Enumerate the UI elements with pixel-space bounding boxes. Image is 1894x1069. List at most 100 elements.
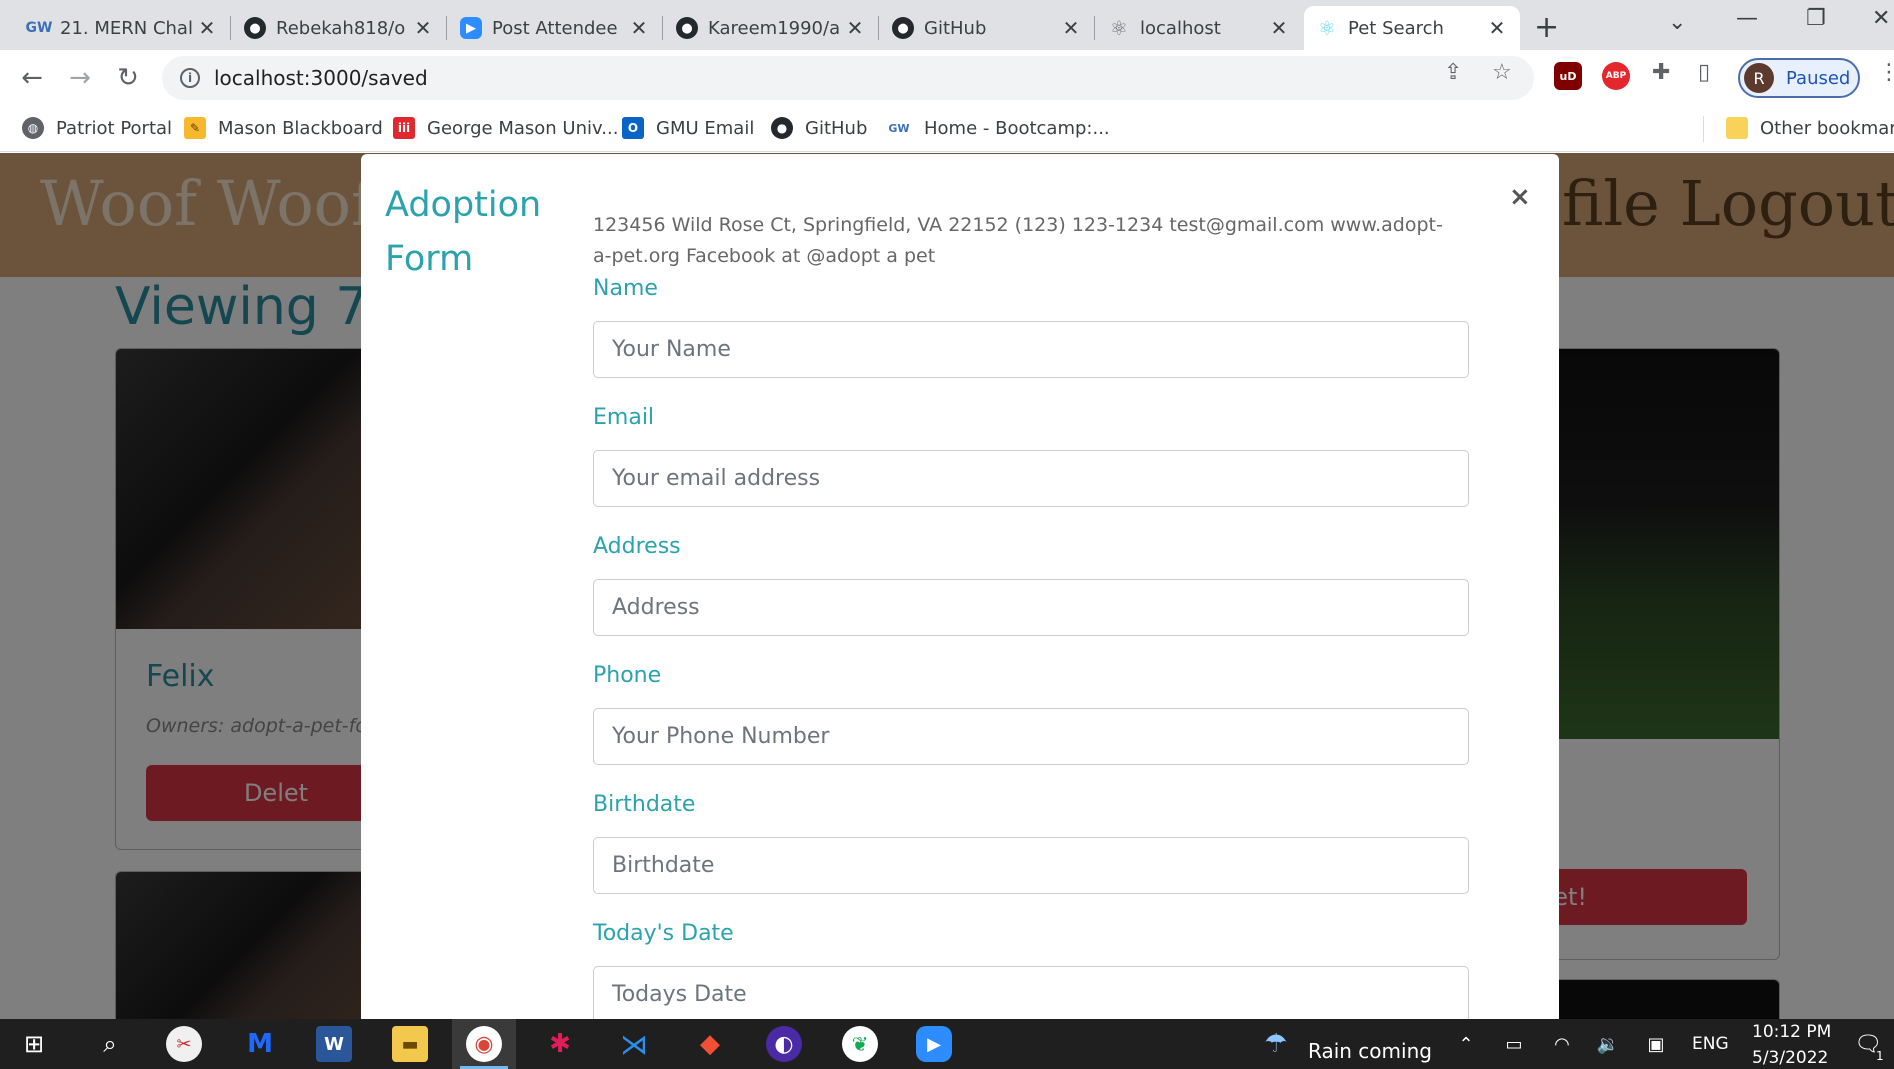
chrome-icon[interactable]: ◉ bbox=[466, 1026, 502, 1062]
phone-label: Phone bbox=[593, 663, 662, 688]
snipping-tool-icon[interactable]: ✂ bbox=[166, 1026, 202, 1062]
close-icon[interactable]: ✕ bbox=[1268, 16, 1290, 40]
bookmark-label: GitHub bbox=[805, 117, 868, 139]
contact-info: 123456 Wild Rose Ct, Springfield, VA 221… bbox=[593, 214, 1443, 267]
browser-tab[interactable]: ● Rebekah818/o ✕ bbox=[232, 6, 446, 50]
browser-tab[interactable]: ⚛ localhost ✕ bbox=[1096, 6, 1302, 50]
adoption-form-modal: Adoption Form × 123456 Wild Rose Ct, Spr… bbox=[361, 154, 1559, 1024]
clock-date[interactable]: 5/3/2022 bbox=[1752, 1048, 1828, 1068]
browser-tab[interactable]: ▶ Post Attendee ✕ bbox=[448, 6, 662, 50]
window-close-icon[interactable]: ✕ bbox=[1872, 6, 1890, 31]
avatar: R bbox=[1744, 63, 1774, 93]
malwarebytes-icon[interactable]: M bbox=[242, 1026, 278, 1062]
git-icon[interactable]: ◆ bbox=[692, 1026, 728, 1062]
star-icon[interactable]: ☆ bbox=[1492, 60, 1512, 85]
back-icon[interactable]: ← bbox=[14, 60, 50, 96]
close-icon[interactable]: ✕ bbox=[412, 16, 434, 40]
gmu-icon: iii bbox=[393, 117, 415, 139]
close-icon[interactable]: × bbox=[1509, 182, 1531, 212]
gw-icon: GW bbox=[25, 20, 53, 36]
close-icon[interactable]: ✕ bbox=[1060, 16, 1082, 40]
outlook-icon: O bbox=[622, 117, 644, 139]
language-indicator[interactable]: ENG bbox=[1692, 1034, 1729, 1054]
search-icon[interactable]: ⌕ bbox=[92, 1026, 128, 1062]
tab-search-icon[interactable]: ⌄ bbox=[1668, 10, 1686, 35]
tab-title: 21. MERN Chal bbox=[60, 17, 193, 39]
close-icon[interactable]: ✕ bbox=[844, 16, 866, 40]
phone-input[interactable] bbox=[593, 708, 1469, 765]
browser-toolbar: ← → ↻ i localhost:3000/saved ⇪ ☆ uD ABP … bbox=[0, 50, 1894, 106]
react-icon: ⚛ bbox=[1318, 16, 1336, 40]
github-icon: ● bbox=[892, 17, 914, 39]
modal-title: Adoption Form bbox=[385, 185, 542, 279]
display-icon[interactable]: ▣ bbox=[1638, 1026, 1674, 1062]
puzzle-icon[interactable]: ✚ bbox=[1652, 60, 1670, 85]
address-input[interactable] bbox=[593, 579, 1469, 636]
ublock-icon[interactable]: uD bbox=[1554, 62, 1582, 90]
forward-icon[interactable]: → bbox=[62, 60, 98, 96]
close-icon[interactable]: ✕ bbox=[1486, 16, 1508, 40]
blackboard-icon: ✎ bbox=[184, 117, 206, 139]
address-label: Address bbox=[593, 534, 681, 559]
minimize-icon[interactable]: — bbox=[1736, 6, 1758, 31]
profile-button[interactable]: R Paused bbox=[1738, 58, 1860, 98]
bookmark-label: Home - Bootcamp:... bbox=[924, 117, 1110, 139]
gw-icon: GW bbox=[888, 121, 910, 135]
vscode-icon[interactable]: ⋊ bbox=[616, 1026, 652, 1062]
side-panel-icon[interactable]: ▯ bbox=[1698, 60, 1710, 85]
volume-icon[interactable]: 🔉 bbox=[1590, 1026, 1626, 1062]
bookmark-label: Patriot Portal bbox=[56, 117, 173, 139]
bookmark-item[interactable]: ✎ Mason Blackboard bbox=[184, 114, 383, 142]
browser-tab-strip: GW 21. MERN Chal ✕ ● Rebekah818/o ✕ ▶ Po… bbox=[0, 0, 1894, 50]
restore-icon[interactable]: ❐ bbox=[1806, 6, 1826, 31]
browser-tab[interactable]: ● Kareem1990/a ✕ bbox=[664, 6, 878, 50]
weather-text[interactable]: Rain coming bbox=[1308, 1039, 1432, 1063]
zoom-icon[interactable]: ▶ bbox=[916, 1026, 952, 1062]
new-tab-button[interactable]: + bbox=[1534, 10, 1559, 45]
birthdate-label: Birthdate bbox=[593, 792, 696, 817]
clock-time[interactable]: 10:12 PM bbox=[1752, 1022, 1831, 1042]
app-icon[interactable]: ◐ bbox=[766, 1026, 802, 1062]
bookmark-item[interactable]: O GMU Email bbox=[622, 114, 754, 142]
name-input[interactable] bbox=[593, 321, 1469, 378]
todays-date-label: Today's Date bbox=[593, 921, 734, 946]
address-bar[interactable]: i localhost:3000/saved bbox=[162, 56, 1534, 100]
wifi-icon[interactable]: ◠ bbox=[1544, 1026, 1580, 1062]
weather-icon: ☂ bbox=[1264, 1029, 1288, 1059]
menu-icon[interactable]: ⋮ bbox=[1878, 60, 1894, 85]
bookmark-item[interactable]: ● GitHub bbox=[771, 114, 867, 142]
folder-icon bbox=[1726, 117, 1748, 139]
birthdate-input[interactable] bbox=[593, 837, 1469, 894]
file-explorer-icon[interactable]: ▬ bbox=[392, 1026, 428, 1062]
close-icon[interactable]: ✕ bbox=[628, 16, 650, 40]
word-icon[interactable]: W bbox=[316, 1026, 352, 1062]
url-text[interactable]: localhost:3000/saved bbox=[214, 66, 428, 90]
adblock-icon[interactable]: ABP bbox=[1602, 62, 1630, 90]
tab-title: Rebekah818/o bbox=[276, 17, 406, 39]
tab-title: Kareem1990/a bbox=[708, 17, 841, 39]
browser-tab-active[interactable]: ⚛ Pet Search ✕ bbox=[1304, 6, 1520, 50]
slack-icon[interactable]: ✱ bbox=[542, 1026, 578, 1062]
bookmark-label: George Mason Univ... bbox=[427, 117, 619, 139]
browser-tab[interactable]: ● GitHub ✕ bbox=[880, 6, 1094, 50]
tab-title: Post Attendee bbox=[492, 17, 618, 39]
chevron-up-icon[interactable]: ⌃ bbox=[1448, 1026, 1484, 1062]
github-icon: ● bbox=[676, 17, 698, 39]
battery-icon[interactable]: ▭ bbox=[1496, 1026, 1532, 1062]
todays-date-input[interactable] bbox=[593, 966, 1469, 1023]
windows-start-icon[interactable]: ⊞ bbox=[16, 1026, 52, 1062]
profile-status: Paused bbox=[1786, 67, 1851, 89]
bookmark-item[interactable]: iii George Mason Univ... bbox=[393, 114, 618, 142]
bookmark-item[interactable]: GW Home - Bootcamp:... bbox=[886, 114, 1110, 142]
bookmark-item[interactable]: ◍ Patriot Portal bbox=[22, 114, 172, 142]
mongodb-compass-icon[interactable]: ❦ bbox=[842, 1026, 878, 1062]
close-icon[interactable]: ✕ bbox=[196, 16, 218, 40]
reload-icon[interactable]: ↻ bbox=[110, 60, 146, 96]
browser-tab[interactable]: GW 21. MERN Chal ✕ bbox=[16, 6, 230, 50]
bookmark-label: GMU Email bbox=[656, 117, 755, 139]
share-icon[interactable]: ⇪ bbox=[1444, 60, 1462, 85]
tab-title: Pet Search bbox=[1348, 17, 1444, 39]
info-icon[interactable]: i bbox=[180, 68, 200, 88]
other-bookmarks[interactable]: Other bookmarks bbox=[1726, 114, 1894, 142]
email-input[interactable] bbox=[593, 450, 1469, 507]
